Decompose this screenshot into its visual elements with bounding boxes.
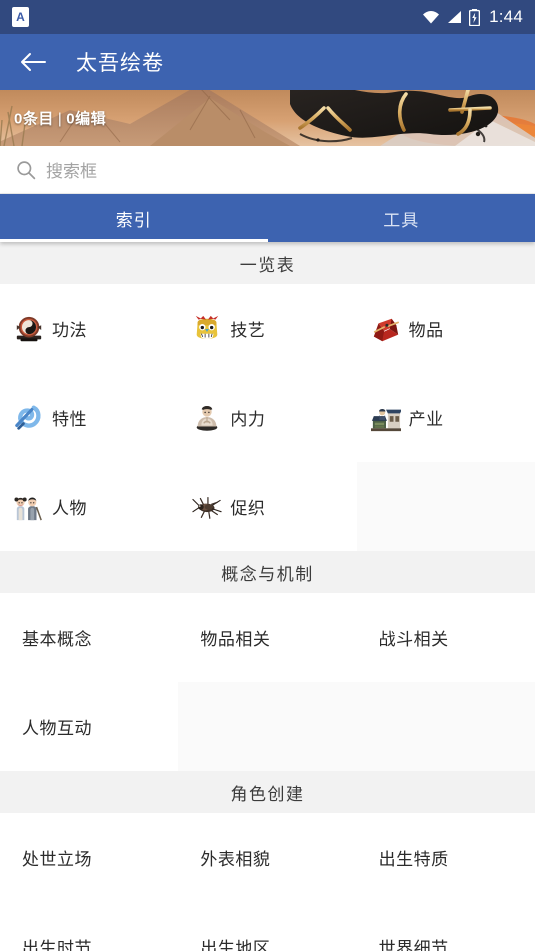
grid-item-combat-related[interactable]: 战斗相关	[356, 593, 535, 682]
grid-item-birth-traits[interactable]: 出生特质	[356, 813, 535, 902]
search-bar[interactable]: 搜索框	[0, 146, 535, 194]
search-icon	[17, 160, 36, 179]
entries-count: 0条目	[14, 110, 54, 128]
tab-bar: 索引 工具	[0, 194, 535, 242]
two-characters-icon	[14, 497, 42, 520]
grid-item-character-interaction[interactable]: 人物互动	[0, 682, 179, 771]
grid-item-texing[interactable]: 特性	[0, 373, 179, 462]
app-notification-icon: A	[12, 7, 29, 27]
grid-item-birth-season[interactable]: 出生时节	[0, 902, 179, 951]
banner-stats: 0条目 | 0编辑	[14, 108, 106, 129]
section-header-concepts: 概念与机制	[0, 551, 535, 593]
grid-item-empty	[356, 462, 535, 551]
grid-item-label: 促织	[230, 499, 266, 518]
grid-item-neili[interactable]: 内力	[178, 373, 357, 462]
app-bar: 太吾绘卷	[0, 34, 535, 90]
cricket-icon	[192, 496, 222, 519]
grid-item-renwu[interactable]: 人物	[0, 462, 179, 551]
wiki-banner[interactable]: 0条目 | 0编辑	[0, 90, 535, 146]
grid-item-label: 战斗相关	[378, 630, 449, 649]
grid-item-birth-region[interactable]: 出生地区	[178, 902, 357, 951]
grid-item-label: 技艺	[230, 321, 266, 340]
grid-item-world-details[interactable]: 世界细节	[356, 902, 535, 951]
grid-item-label: 出生特质	[378, 850, 449, 869]
blue-swirl-icon	[15, 405, 41, 430]
edits-count: 0编辑	[66, 110, 107, 128]
notification-letter: A	[16, 10, 25, 24]
grid-item-label: 特性	[52, 410, 87, 429]
grid-item-item-related[interactable]: 物品相关	[178, 593, 357, 682]
grid-item-label: 基本概念	[22, 630, 92, 649]
grid-item-label: 功法	[52, 321, 87, 340]
section-header-overview: 一览表	[0, 242, 535, 284]
back-arrow-icon	[21, 53, 46, 71]
red-lacquer-box-icon	[373, 318, 399, 341]
grid-item-life-stance[interactable]: 处世立场	[0, 813, 179, 902]
grid-item-cuzhi[interactable]: 促织	[178, 462, 357, 551]
page-title: 太吾绘卷	[76, 52, 164, 75]
shop-building-icon	[370, 408, 401, 431]
grid-item-label: 世界细节	[378, 939, 449, 951]
grid-item-label: 出生时节	[22, 939, 92, 951]
status-bar-left: A	[12, 7, 422, 27]
grid-item-chanye[interactable]: 产业	[356, 373, 535, 462]
status-bar-right: 1:44	[422, 7, 523, 27]
taiji-wheel-icon	[16, 316, 42, 341]
grid-item-label: 人物互动	[22, 719, 92, 738]
grid-item-label: 物品	[408, 321, 444, 340]
status-bar: A 1:44	[0, 0, 535, 34]
grid-item-label: 内力	[230, 410, 266, 429]
grid-item-label: 出生地区	[200, 939, 271, 951]
grid-item-wupin[interactable]: 物品	[356, 284, 535, 373]
content-scroll-area[interactable]: 一览表 功法 技艺 物品 特性 内力 产业 人物 促织 概念与机制 基本概念 物…	[0, 242, 535, 951]
search-input[interactable]: 搜索框	[46, 157, 97, 182]
section-header-character-creation: 角色创建	[0, 771, 535, 813]
grid-item-label: 物品相关	[200, 630, 271, 649]
cellular-signal-icon	[448, 11, 462, 23]
grid-item-appearance[interactable]: 外表相貌	[178, 813, 357, 902]
tab-index[interactable]: 索引	[0, 194, 268, 242]
overview-grid: 功法 技艺 物品 特性 内力 产业 人物 促织	[0, 284, 535, 551]
grid-item-basic-concepts[interactable]: 基本概念	[0, 593, 179, 682]
tab-tools[interactable]: 工具	[268, 194, 535, 242]
stats-separator: |	[57, 110, 63, 128]
back-button[interactable]	[16, 45, 50, 79]
lion-mask-icon	[196, 315, 219, 339]
meditating-figure-icon	[197, 405, 218, 431]
grid-item-jiyi[interactable]: 技艺	[178, 284, 357, 373]
grid-item-label: 处世立场	[22, 850, 92, 869]
grid-item-gongfa[interactable]: 功法	[0, 284, 179, 373]
grid-item-empty	[178, 682, 357, 771]
battery-charging-icon	[469, 8, 481, 26]
character-creation-grid: 处世立场 外表相貌 出生特质 出生时节 出生地区 世界细节	[0, 813, 535, 951]
grid-item-label: 产业	[408, 410, 444, 429]
status-bar-clock: 1:44	[489, 7, 523, 26]
grid-item-empty	[356, 682, 535, 771]
wifi-icon	[423, 11, 440, 24]
app-screen: A 1:44 太吾绘卷 0条目 | 0编辑 搜索框 索引 工具 一览表 功法 技…	[0, 0, 535, 951]
grid-item-label: 人物	[52, 499, 87, 518]
concepts-grid: 基本概念 物品相关 战斗相关 人物互动	[0, 593, 535, 771]
grid-item-label: 外表相貌	[200, 850, 271, 869]
